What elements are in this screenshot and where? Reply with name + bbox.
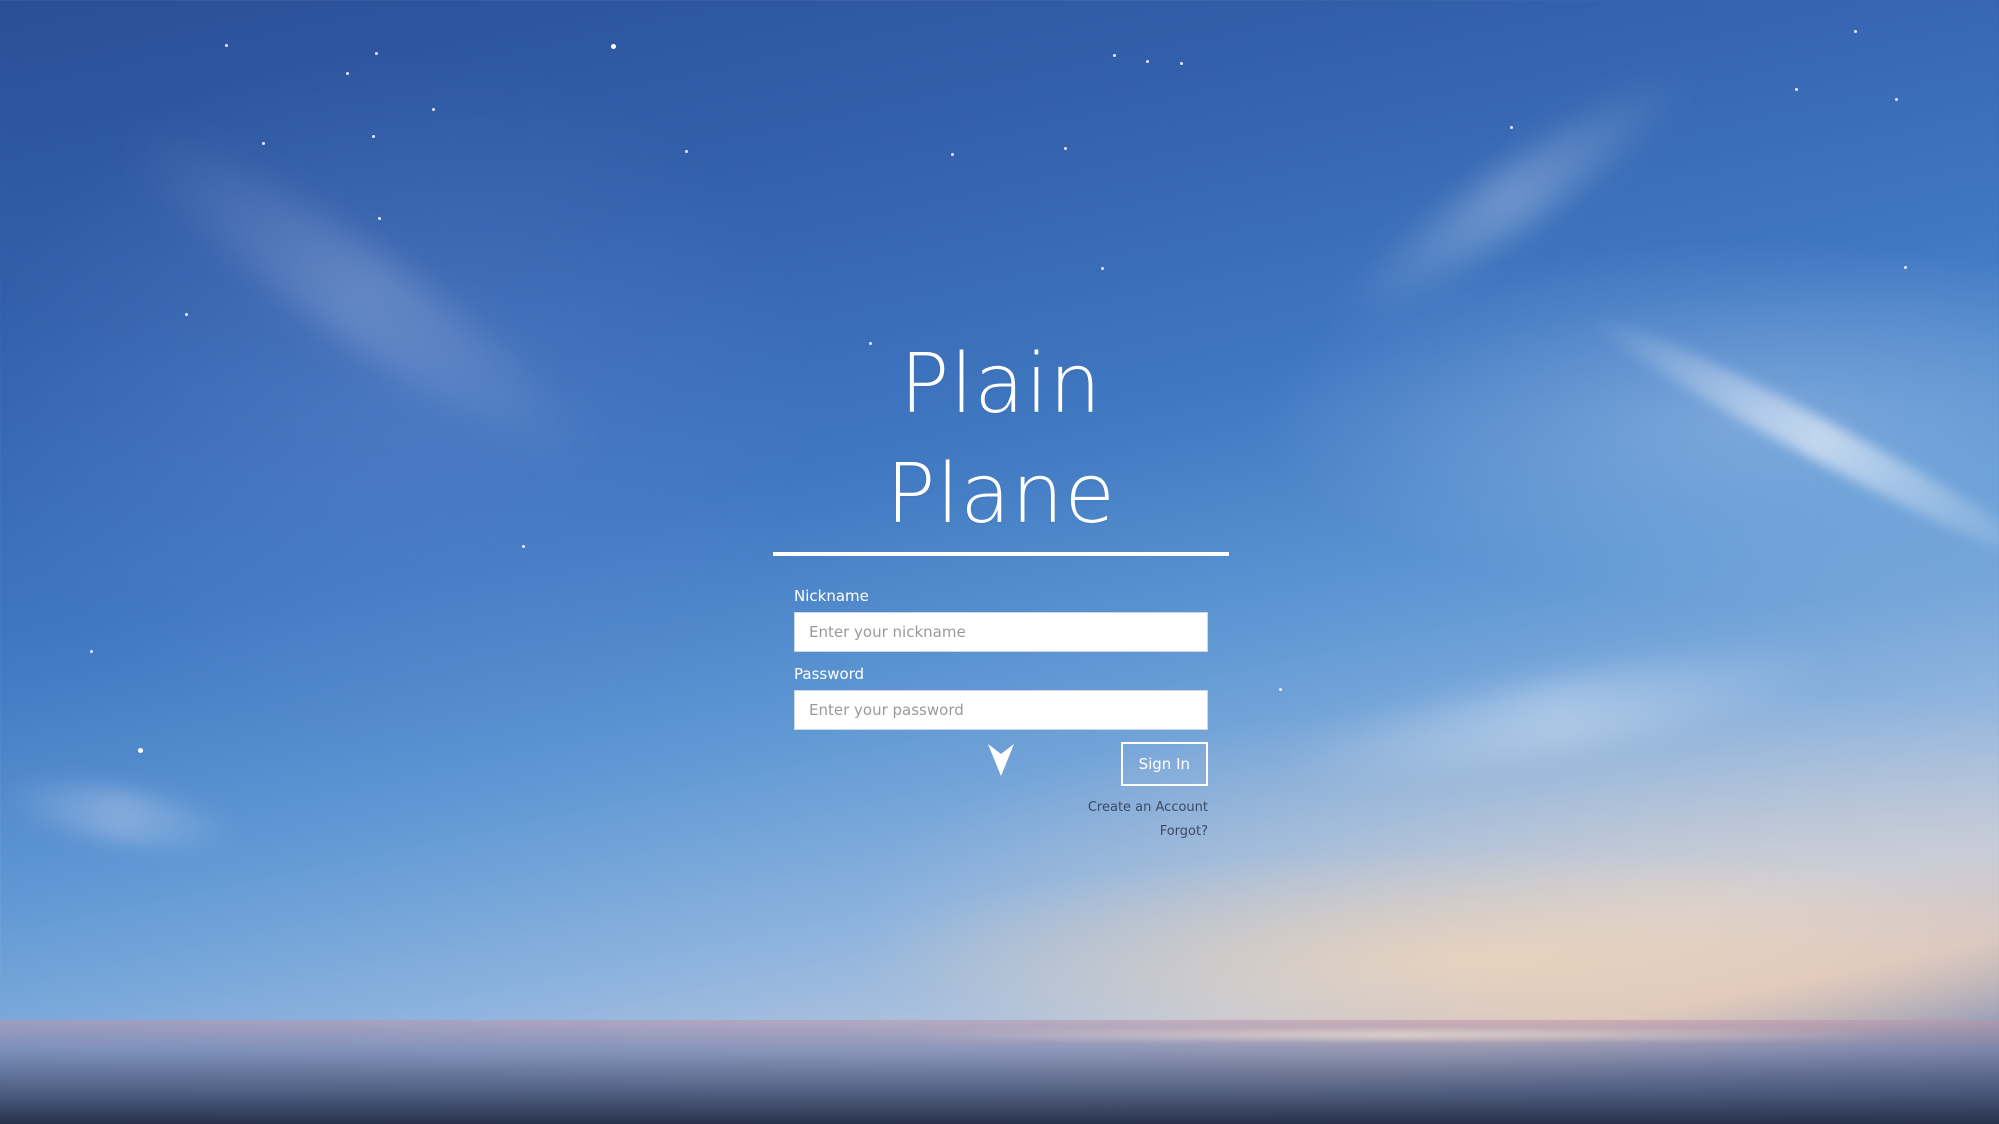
- star: [185, 313, 188, 316]
- star: [1146, 60, 1149, 63]
- star: [1904, 266, 1907, 269]
- forgot-password-link[interactable]: Forgot?: [1160, 820, 1208, 844]
- background-cloud: [0, 769, 243, 861]
- star: [138, 748, 143, 753]
- star: [522, 545, 525, 548]
- star: [1101, 267, 1104, 270]
- background-cloud: [1278, 631, 1842, 799]
- nickname-label: Nickname: [794, 587, 869, 605]
- app-title: Plain Plane: [773, 330, 1229, 556]
- star: [685, 150, 688, 153]
- star: [378, 217, 381, 220]
- star: [1795, 88, 1798, 91]
- background-cloud: [1320, 54, 1700, 346]
- background-horizon-glow: [900, 1030, 1900, 1040]
- star: [346, 72, 349, 75]
- password-input[interactable]: [794, 690, 1208, 730]
- background-cloud: [104, 97, 616, 493]
- star: [1854, 30, 1857, 33]
- star: [1279, 688, 1282, 691]
- star: [372, 135, 375, 138]
- star: [1180, 62, 1183, 65]
- sign-in-form: Nickname Password Sign In Create an Acco…: [794, 586, 1208, 844]
- create-account-link[interactable]: Create an Account: [1088, 796, 1208, 820]
- background-contrail: [1581, 300, 1999, 580]
- arrow-down-icon[interactable]: [988, 744, 1014, 776]
- star: [1895, 98, 1898, 101]
- nickname-input[interactable]: [794, 612, 1208, 652]
- star: [432, 108, 435, 111]
- star: [90, 650, 93, 653]
- star: [225, 44, 228, 47]
- star: [611, 44, 616, 49]
- star: [1510, 126, 1513, 129]
- star: [1064, 147, 1067, 150]
- arrow-down-icon-glyph: [988, 744, 1014, 776]
- star: [375, 52, 378, 55]
- sign-in-button[interactable]: Sign In: [1120, 742, 1208, 786]
- password-label: Password: [794, 665, 865, 683]
- star: [951, 153, 954, 156]
- star: [1113, 54, 1116, 57]
- star: [262, 142, 265, 145]
